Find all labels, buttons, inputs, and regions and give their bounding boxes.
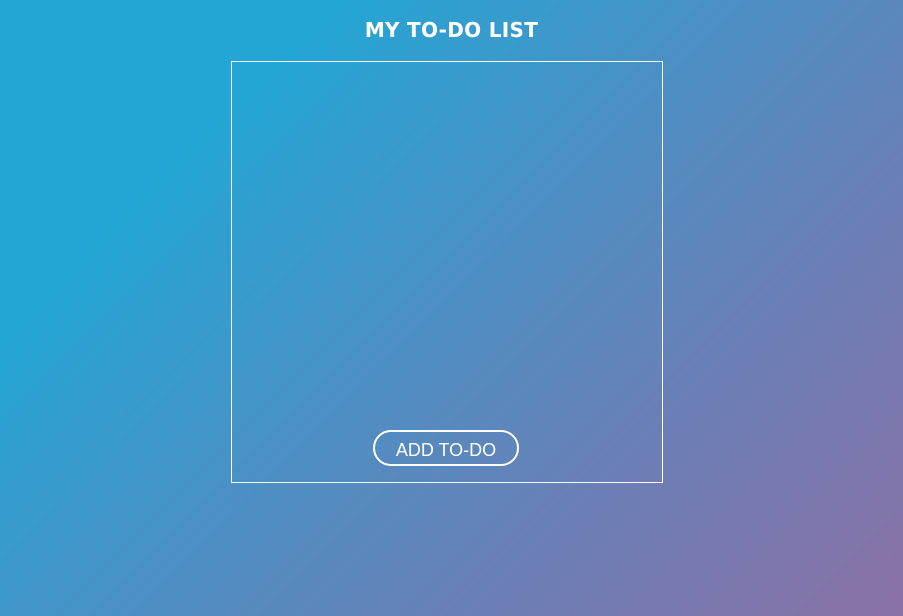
todo-list-panel: ADD TO-DO <box>231 61 663 483</box>
page-title: MY TO-DO LIST <box>364 18 539 42</box>
todo-list <box>232 62 662 422</box>
add-todo-button[interactable]: ADD TO-DO <box>373 430 519 466</box>
